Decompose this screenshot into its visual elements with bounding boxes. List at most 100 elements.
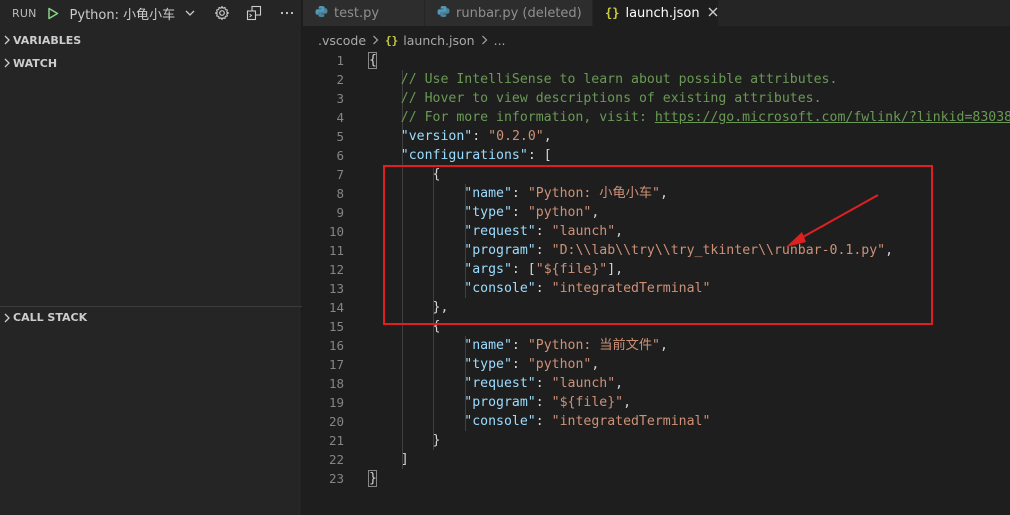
line-number: 7	[336, 167, 344, 182]
code-token: // Hover to view descriptions of existin…	[369, 91, 822, 106]
variables-section-label: VARIABLES	[13, 33, 82, 47]
tab-test-py[interactable]: test.py	[303, 0, 425, 26]
code-token: {	[369, 53, 377, 68]
breadcrumb: .vscode {} launch.json ...	[303, 28, 506, 52]
code-line[interactable]: 6 "configurations": [	[303, 146, 1010, 165]
debug-console-button[interactable]	[243, 2, 265, 24]
code-line[interactable]: 17 "type": "python",	[303, 355, 1010, 374]
call-stack-section-label: CALL STACK	[13, 311, 88, 324]
line-number: 11	[328, 243, 344, 258]
code-token: "${file}"	[551, 395, 624, 410]
more-actions-button[interactable]	[276, 2, 298, 24]
code-token: }	[369, 433, 441, 448]
breadcrumb-folder[interactable]: .vscode	[318, 33, 366, 48]
start-debugging-button[interactable]	[46, 6, 60, 20]
code-line[interactable]: 5 "version": "0.2.0",	[303, 127, 1010, 146]
python-file-icon	[437, 5, 450, 21]
code-token: ]	[369, 452, 409, 467]
code-token: "console"	[464, 414, 536, 429]
code-token: :	[535, 414, 552, 429]
code-token: "launch"	[551, 376, 616, 391]
close-icon	[708, 7, 718, 17]
code-token: ,	[543, 129, 552, 144]
code-link[interactable]: https://go.microsoft.com/fwlink/?linkid=…	[655, 110, 1010, 125]
tab-runbar-py-deleted[interactable]: runbar.py (deleted)	[425, 0, 593, 26]
code-token: : [	[527, 148, 552, 163]
debug-sidebar: RUN Python: 小龟小车 VARIABLES WATCH CALL ST…	[0, 0, 302, 515]
code-line[interactable]: 20 "console": "integratedTerminal"	[303, 412, 1010, 431]
line-number: 12	[328, 262, 344, 277]
code-line[interactable]: 2 // Use IntelliSense to learn about pos…	[303, 70, 1010, 89]
line-number: 5	[336, 129, 344, 144]
launch-config-value: Python: 小龟小车	[69, 7, 176, 23]
gear-icon	[215, 5, 230, 21]
chevron-right-icon	[372, 33, 379, 48]
code-line[interactable]: 18 "request": "launch",	[303, 374, 1010, 393]
tab-label: test.py	[334, 5, 380, 21]
code-token: :	[511, 338, 528, 353]
code-line[interactable]: 4 // For more information, visit: https:…	[303, 108, 1010, 127]
line-number: 15	[328, 319, 344, 334]
code-token: :	[511, 357, 528, 372]
code-line[interactable]: 23}	[303, 469, 1010, 488]
code-line[interactable]: 16 "name": "Python: 当前文件",	[303, 336, 1010, 355]
line-number: 4	[336, 110, 344, 125]
code-token: "version"	[400, 129, 473, 144]
code-line[interactable]: 19 "program": "${file}",	[303, 393, 1010, 412]
code-line[interactable]: 1{	[303, 51, 1010, 70]
close-tab-button[interactable]	[708, 5, 718, 21]
code-text: // Hover to view descriptions of existin…	[369, 89, 822, 108]
tab-label: runbar.py (deleted)	[456, 5, 582, 21]
variables-section-header[interactable]: VARIABLES	[0, 29, 302, 51]
code-line[interactable]: 3 // Hover to view descriptions of exist…	[303, 89, 1010, 108]
code-token: "type"	[464, 357, 512, 372]
code-token: "0.2.0"	[488, 129, 544, 144]
launch-config-select[interactable]: Python: 小龟小车	[66, 2, 202, 24]
chevron-right-icon	[481, 33, 488, 48]
code-token: "name"	[464, 338, 512, 353]
line-number: 13	[328, 281, 344, 296]
watch-section-label: WATCH	[13, 56, 58, 70]
line-number: 19	[328, 395, 344, 410]
code-text: "configurations": [	[369, 146, 552, 165]
line-number: 18	[328, 376, 344, 391]
code-token: :	[535, 395, 552, 410]
tab-label: launch.json	[625, 5, 700, 21]
play-icon	[47, 7, 58, 19]
code-text: // Use IntelliSense to learn about possi…	[369, 70, 838, 89]
code-token: "program"	[464, 395, 536, 410]
line-number: 6	[336, 148, 344, 163]
line-number: 22	[328, 452, 344, 467]
code-token: :	[472, 129, 489, 144]
line-number: 1	[336, 53, 344, 68]
run-label: RUN	[12, 6, 37, 20]
open-launch-json-gear-icon[interactable]	[211, 2, 233, 24]
code-text: }	[369, 469, 377, 488]
code-token: :	[535, 376, 552, 391]
code-line[interactable]: 22 ]	[303, 450, 1010, 469]
red-arrow-annotation	[786, 194, 879, 247]
code-text: "request": "launch",	[369, 374, 623, 393]
breadcrumb-file[interactable]: launch.json	[403, 33, 474, 48]
watch-section-header[interactable]: WATCH	[0, 52, 302, 74]
code-text: // For more information, visit: https://…	[369, 108, 1010, 127]
code-text: "type": "python",	[369, 355, 599, 374]
code-token: "configurations"	[400, 148, 528, 163]
line-number: 23	[328, 471, 344, 486]
breadcrumb-more[interactable]: ...	[494, 33, 506, 48]
code-text: "console": "integratedTerminal"	[369, 412, 710, 431]
code-line[interactable]: 21 }	[303, 431, 1010, 450]
line-number: 2	[336, 72, 344, 87]
code-token: ,	[623, 395, 632, 410]
call-stack-section-header[interactable]: CALL STACK	[0, 306, 302, 328]
chevron-right-icon	[1, 312, 13, 324]
json-file-icon: {}	[385, 33, 399, 47]
chevron-right-icon	[1, 57, 13, 69]
tab-launch-json[interactable]: {} launch.json	[593, 0, 719, 26]
code-text: "name": "Python: 当前文件",	[369, 336, 668, 355]
line-number: 20	[328, 414, 344, 429]
code-token: "integratedTerminal"	[551, 414, 711, 429]
code-text: "version": "0.2.0",	[369, 127, 552, 146]
